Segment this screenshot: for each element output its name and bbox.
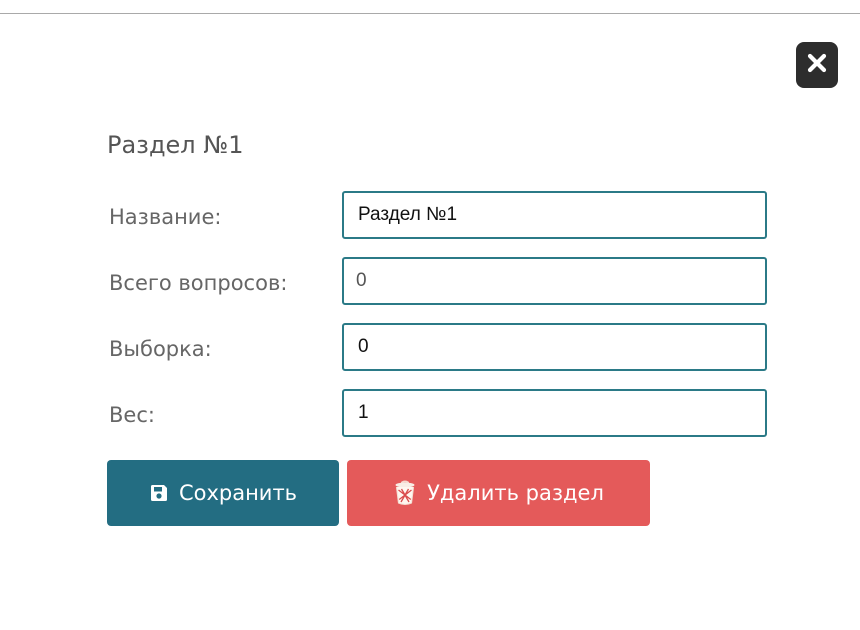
sample-input[interactable]	[342, 323, 767, 371]
weight-label: Вес:	[109, 403, 155, 427]
total-questions-label: Всего вопросов:	[109, 271, 288, 295]
sample-label: Выборка:	[109, 337, 212, 361]
trash-bin-icon	[393, 480, 417, 506]
save-button[interactable]: Сохранить	[107, 460, 339, 526]
delete-section-button[interactable]: Удалить раздел	[347, 460, 650, 526]
weight-input[interactable]	[342, 389, 767, 437]
name-label: Название:	[109, 205, 222, 229]
section-edit-page: Раздел №1 Название: Всего вопросов: Выбо…	[0, 0, 860, 630]
delete-section-button-label: Удалить раздел	[427, 481, 604, 505]
total-questions-input[interactable]	[342, 257, 767, 305]
name-input[interactable]	[342, 191, 767, 239]
section-title: Раздел №1	[107, 131, 244, 159]
top-divider	[0, 13, 860, 14]
save-button-label: Сохранить	[178, 481, 298, 505]
floppy-disk-icon	[149, 483, 169, 503]
close-button[interactable]	[796, 42, 838, 88]
close-icon	[807, 53, 827, 77]
